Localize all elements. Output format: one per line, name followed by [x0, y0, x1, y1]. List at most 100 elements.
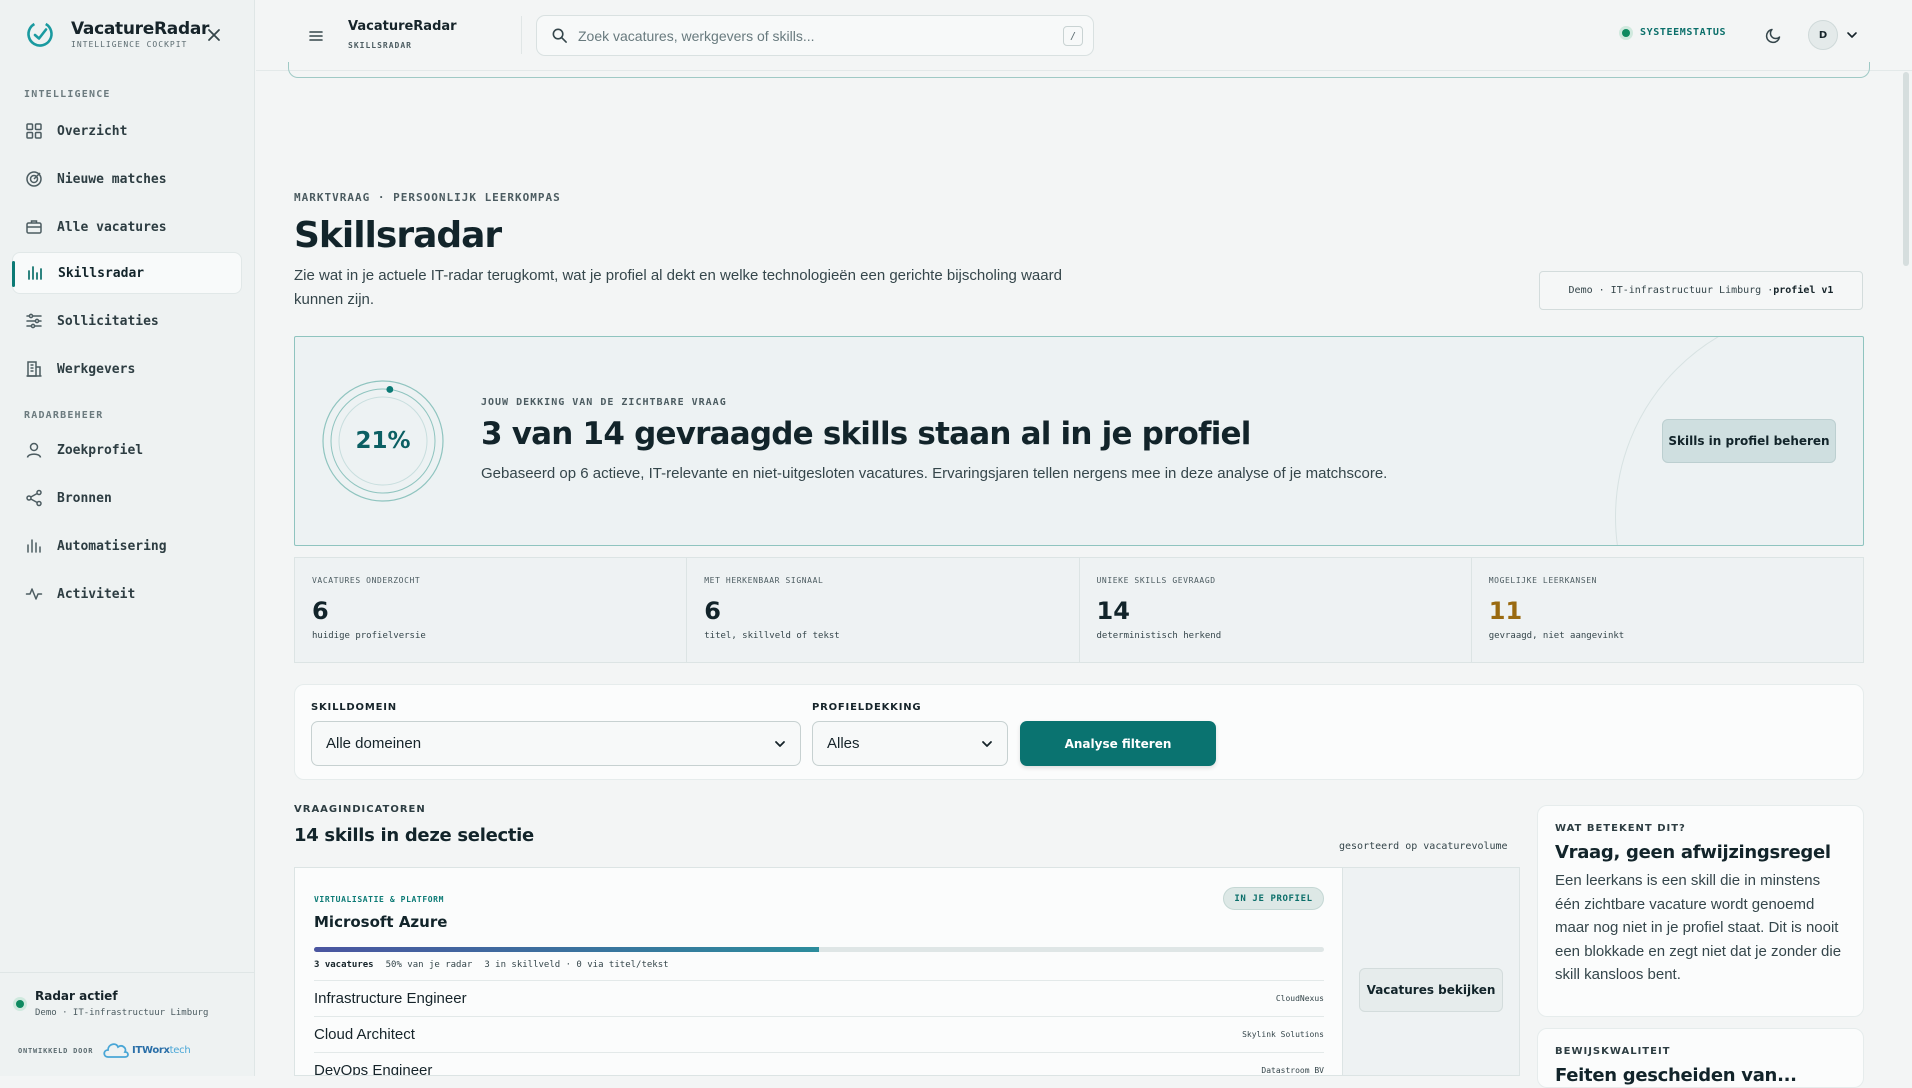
coverage-hero: 21% JOUW DEKKING VAN DE ZICHTBARE VRAAG … — [294, 336, 1864, 546]
job-title: DevOps Engineer — [314, 1062, 433, 1076]
skill-share: 50% van je radar — [385, 960, 473, 970]
indicators-eyebrow: VRAAGINDICATOREN — [294, 804, 426, 815]
manage-skills-button[interactable]: Skills in profiel beheren — [1662, 419, 1836, 463]
sidebar-item-nieuwe-matches[interactable]: Nieuwe matches — [12, 158, 242, 200]
coverage-percent: 21% — [355, 428, 411, 454]
stat-card: VACATURES ONDERZOCHT 6 huidige profielve… — [295, 558, 688, 662]
stat-label: MET HERKENBAAR SIGNAAL — [704, 576, 824, 585]
job-company: CloudNexus — [1275, 994, 1324, 1003]
sidebar-item-label: Nieuwe matches — [57, 171, 167, 187]
brand[interactable]: VacatureRadar INTELLIGENCE COCKPIT — [26, 19, 209, 49]
info-card-evidence: BEWIJSKWALITEIT Feiten gescheiden van... — [1537, 1028, 1864, 1088]
sidebar-item-bronnen[interactable]: Bronnen — [12, 477, 242, 519]
briefcase-icon — [26, 220, 42, 234]
sort-label: gesorteerd op vacaturevolume — [1339, 841, 1508, 852]
grid-icon — [26, 123, 42, 139]
chevron-down-icon[interactable] — [1846, 29, 1858, 41]
sidebar-item-activiteit[interactable]: Activiteit — [12, 573, 242, 615]
stat-label: MOGELIJKE LEERKANSEN — [1488, 576, 1598, 585]
stat-subtitle: titel, skillveld of tekst — [704, 631, 840, 641]
demand-bar-fill — [314, 947, 819, 952]
moon-icon[interactable] — [1765, 26, 1783, 44]
skill-source-breakdown: 3 in skillveld · 0 via titel/tekst — [484, 960, 669, 970]
search-shortcut: / — [1063, 26, 1083, 46]
sidebar-item-overzicht[interactable]: Overzicht — [12, 110, 242, 152]
sidebar-item-label: Alle vacatures — [57, 219, 167, 235]
job-company: Skylink Solutions — [1242, 1030, 1324, 1039]
close-icon[interactable] — [205, 26, 223, 44]
stat-label: UNIEKE SKILLS GEVRAAGD — [1096, 576, 1216, 585]
system-status[interactable]: SYSTEEMSTATUS — [1622, 27, 1726, 38]
job-title: Infrastructure Engineer — [314, 990, 467, 1007]
view-vacancies-button[interactable]: Vacatures bekijken — [1359, 968, 1503, 1012]
section-intelligence: INTELLIGENCE — [24, 89, 111, 100]
hero-eyebrow: JOUW DEKKING VAN DE ZICHTBARE VRAAG — [481, 397, 727, 408]
skill-card-body: VIRTUALISATIE & PLATFORM Microsoft Azure… — [295, 868, 1343, 1076]
activity-icon — [25, 588, 43, 600]
hero-title: 3 van 14 gevraagde skills staan al in je… — [481, 416, 1251, 452]
sidebar-item-werkgevers[interactable]: Werkgevers — [12, 348, 242, 390]
skill-card: VIRTUALISATIE & PLATFORM Microsoft Azure… — [294, 867, 1520, 1076]
job-row[interactable]: Cloud Architect Skylink Solutions — [314, 1016, 1324, 1052]
developed-by-label: ONTWIKKELD DOOR — [18, 1047, 94, 1055]
domain-filter-label: SKILLDOMEIN — [311, 702, 397, 713]
domain-select-value: Alle domeinen — [326, 735, 422, 752]
share-icon — [26, 489, 42, 507]
topbar-title: VacatureRadar — [348, 19, 457, 34]
sidebar-item-zoekprofiel[interactable]: Zoekprofiel — [12, 429, 242, 471]
menu-icon[interactable] — [307, 27, 325, 45]
domain-select[interactable]: Alle domeinen — [311, 721, 801, 766]
filter-bar: SKILLDOMEIN Alle domeinen PROFIELDEKKING… — [294, 684, 1864, 780]
sidebar-item-label: Skillsradar — [58, 265, 145, 281]
divider — [521, 16, 522, 54]
skill-name: Microsoft Azure — [314, 913, 448, 931]
info-card-meaning: WAT BETEKENT DIT? Vraag, geen afwijzings… — [1537, 805, 1864, 1017]
hero-subtitle: Gebaseerd op 6 actieve, IT-relevante en … — [481, 465, 1388, 482]
topbar: VacatureRadar SKILLSRADAR / SYSTEEMSTATU… — [256, 0, 1912, 71]
sidebar-item-label: Zoekprofiel — [57, 442, 144, 458]
radar-status-title: Radar actief — [35, 989, 118, 1003]
stat-value: 11 — [1488, 597, 1523, 625]
job-row[interactable]: Infrastructure Engineer CloudNexus — [314, 980, 1324, 1016]
page-eyebrow: MARKTVRAAG · PERSOONLIJK LEERKOMPAS — [294, 191, 561, 204]
job-row[interactable]: DevOps Engineer Datastroom BV — [314, 1052, 1324, 1076]
search-box[interactable]: / — [536, 15, 1094, 56]
stats-row: VACATURES ONDERZOCHT 6 huidige profielve… — [294, 557, 1864, 663]
scrollbar[interactable] — [1903, 72, 1909, 266]
bar-chart-icon — [27, 539, 41, 553]
stat-value: 6 — [312, 597, 329, 625]
itworx-logo[interactable]: ITWorxtech — [102, 1040, 191, 1060]
coverage-select[interactable]: Alles — [812, 721, 1008, 766]
stat-value: 14 — [1096, 597, 1130, 625]
chevron-down-icon — [775, 740, 785, 747]
job-title: Cloud Architect — [314, 1026, 415, 1043]
brand-name: VacatureRadar — [71, 19, 210, 39]
sidebar-item-alle-vacatures[interactable]: Alle vacatures — [12, 206, 242, 248]
sidebar-item-label: Overzicht — [57, 123, 128, 139]
info-title: Vraag, geen afwijzingsregel — [1555, 842, 1831, 863]
status-dot — [16, 1000, 24, 1008]
radar-logo-icon — [27, 21, 53, 47]
skill-meta: 3 vacatures 50% van je radar 3 in skillv… — [314, 960, 669, 970]
stat-label: VACATURES ONDERZOCHT — [312, 576, 421, 585]
sidebar: VacatureRadar INTELLIGENCE COCKPIT INTEL… — [0, 0, 255, 1076]
topbar-subtitle: SKILLSRADAR — [348, 41, 412, 50]
sidebar-item-label: Werkgevers — [57, 361, 136, 377]
sidebar-item-automatisering[interactable]: Automatisering — [12, 525, 242, 567]
avatar[interactable]: D — [1808, 20, 1838, 50]
sidebar-item-skillsradar[interactable]: Skillsradar — [12, 252, 242, 294]
filter-analysis-button[interactable]: Analyse filteren — [1020, 721, 1216, 766]
search-input[interactable] — [578, 27, 1038, 44]
radar-status-subtitle: Demo · IT-infrastructuur Limburg — [35, 1008, 209, 1018]
sliders-icon — [26, 313, 42, 329]
sidebar-item-label: Activiteit — [57, 586, 136, 602]
bar-chart-icon — [28, 266, 42, 280]
brand-subtitle: INTELLIGENCE COCKPIT — [71, 40, 188, 49]
stat-card: MOGELIJKE LEERKANSEN 11 gevraagd, niet a… — [1472, 558, 1863, 662]
profile-chip-text: Demo · IT-infrastructuur Limburg · — [1568, 285, 1774, 296]
building-icon — [26, 361, 42, 377]
collapsed-panel-edge — [288, 62, 1870, 78]
stat-subtitle: deterministisch herkend — [1096, 631, 1222, 641]
sidebar-item-sollicitaties[interactable]: Sollicitaties — [12, 300, 242, 342]
skill-card-actions: Vacatures bekijken — [1343, 868, 1519, 1075]
